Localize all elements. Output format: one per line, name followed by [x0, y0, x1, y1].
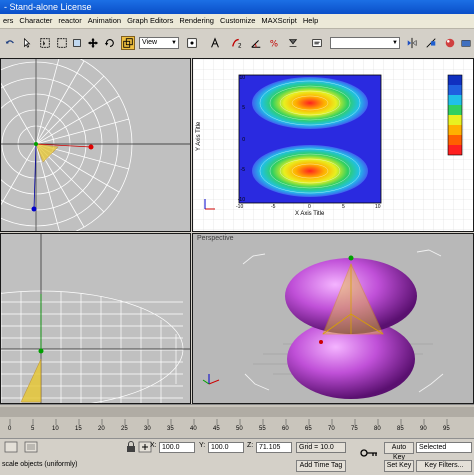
window-crossing-icon[interactable]	[70, 36, 84, 50]
menu-item-animation[interactable]: Animation	[85, 14, 124, 28]
undo-icon[interactable]	[3, 36, 17, 50]
left-view-ellipsoid-wireframe	[1, 234, 190, 403]
named-selection-sets-dropdown[interactable]	[330, 37, 400, 49]
key-mode-selected-dropdown[interactable]: Selected	[416, 442, 472, 453]
x-tick-2: 0	[308, 204, 311, 210]
x-coord-field[interactable]: 100.0	[159, 442, 195, 453]
render-icon[interactable]	[459, 36, 473, 50]
menu-item-reactor[interactable]: reactor	[55, 14, 84, 28]
viewport-top[interactable]	[0, 58, 191, 232]
z-coord-label: Z:	[247, 442, 254, 449]
menu-item-rendering[interactable]: Rendering	[176, 14, 217, 28]
perspective-axis-tripod	[202, 374, 220, 385]
perspective-label: Perspective	[197, 235, 234, 242]
move-icon[interactable]	[86, 36, 100, 50]
menu-item-help[interactable]: Help	[300, 14, 321, 28]
viewport-perspective[interactable]: Perspective	[192, 233, 474, 404]
timeline-tick-labels: 0 5 10 15 20 25 30 35 40 45 50 55 60 65 …	[8, 426, 450, 432]
select-by-name-icon[interactable]	[38, 36, 52, 50]
key-filters-button[interactable]: Key Filters...	[416, 460, 472, 472]
x-tick-3: 5	[342, 204, 345, 210]
align-icon[interactable]	[424, 36, 438, 50]
perspective-scene	[202, 249, 444, 399]
rotate-icon[interactable]	[103, 36, 117, 50]
y-tick-1: 5	[242, 105, 245, 111]
menu-item-character[interactable]: Character	[16, 14, 55, 28]
svg-text:%: %	[270, 39, 278, 49]
top-view-sphere-wireframe	[1, 59, 190, 231]
z-coord-field[interactable]: 71.105	[256, 442, 292, 453]
lock-icon[interactable]	[124, 441, 138, 453]
pivot-center-icon[interactable]	[185, 36, 199, 50]
select-and-manipulate-icon[interactable]	[208, 36, 222, 50]
y-tick-4: -10	[237, 197, 245, 203]
snap-toggle-icon[interactable]: 2	[230, 36, 244, 50]
y-tick-0: 10	[239, 75, 245, 81]
menu-item-customize[interactable]: Customize	[217, 14, 258, 28]
timeline[interactable]: 0 5 10 15 20 25 30 35 40 45 50 55 60 65 …	[0, 404, 474, 439]
x-coord-label: X:	[150, 442, 157, 449]
spinner-snap-icon[interactable]	[286, 36, 300, 50]
percent-snap-icon[interactable]: %	[268, 36, 282, 50]
window-title: - Stand-alone License	[4, 2, 92, 12]
material-editor-icon[interactable]	[443, 36, 457, 50]
reference-coordinate-dropdown[interactable]: View	[139, 37, 179, 49]
main-toolbar: View 2 %	[0, 29, 474, 59]
x-tick-0: -10	[236, 204, 244, 210]
selection-lock-icon[interactable]	[4, 441, 18, 453]
y-tick-3: -5	[240, 167, 245, 173]
menu-item-maxscript[interactable]: MAXScript	[258, 14, 299, 28]
scale-icon[interactable]	[121, 36, 135, 50]
rectangular-selection-icon[interactable]	[55, 36, 69, 50]
y-coord-label: Y:	[199, 442, 206, 449]
prompt-line: scale objects (uniformly)	[2, 461, 78, 468]
x-axis-title: X Axis Title	[295, 211, 325, 217]
add-time-tag-button[interactable]: Add Time Tag	[296, 460, 346, 472]
contour-plot-panel	[193, 59, 473, 231]
svg-text:2: 2	[238, 42, 242, 49]
x-tick-4: 10	[375, 204, 381, 210]
menu-item-modifiers[interactable]: ers	[0, 14, 16, 28]
named-selection-icon[interactable]	[310, 36, 324, 50]
status-bar: X: 100.0 Y: 100.0 Z: 71.105 Grid = 10.0 …	[0, 438, 474, 475]
key-icon[interactable]	[360, 447, 378, 459]
object-list-icon[interactable]	[24, 441, 38, 453]
angle-snap-icon[interactable]	[249, 36, 263, 50]
x-tick-1: -5	[271, 204, 276, 210]
y-tick-2: 0	[242, 137, 245, 143]
auto-key-button[interactable]: Auto Key	[384, 442, 414, 461]
select-object-icon[interactable]	[20, 36, 34, 50]
viewport-left[interactable]	[0, 233, 191, 404]
grid-size-readout: Grid = 10.0	[296, 442, 346, 453]
color-legend	[447, 74, 463, 156]
title-bar: - Stand-alone License	[0, 0, 474, 14]
menu-item-graph-editors[interactable]: Graph Editors	[124, 14, 176, 28]
mirror-icon[interactable]	[405, 36, 419, 50]
y-axis-title: Y Axis Title	[196, 121, 202, 151]
y-coord-field[interactable]: 100.0	[208, 442, 244, 453]
set-key-button[interactable]: Set Key	[384, 460, 414, 472]
menu-bar: ers Character reactor Animation Graph Editor…	[0, 14, 474, 29]
viewport-front[interactable]: 10 5 0 -5 -10 -10 -5 0 5 10 X Axis Title…	[192, 58, 474, 232]
